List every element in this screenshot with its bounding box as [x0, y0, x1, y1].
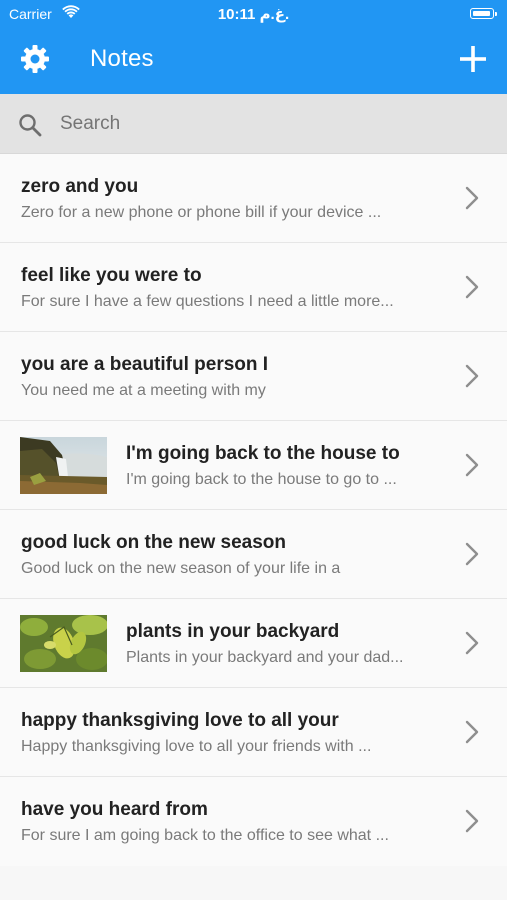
search-input[interactable]: [60, 94, 480, 154]
note-title: have you heard from: [21, 799, 208, 820]
note-title: you are a beautiful person I: [21, 354, 269, 375]
note-preview: Zero for a new phone or phone bill if yo…: [21, 204, 382, 221]
page-title: Notes: [90, 45, 154, 72]
note-preview: For sure I have a few questions I need a…: [21, 293, 394, 310]
status-bar: Carrier 10:11 غ.م.: [0, 0, 507, 28]
chevron-right-icon: [465, 275, 479, 299]
top-bar: Carrier 10:11 غ.م. Notes: [0, 0, 507, 94]
green-leaves-thumbnail: [20, 615, 107, 672]
note-title: zero and you: [21, 176, 139, 197]
note-preview: For sure I am going back to the office t…: [21, 827, 389, 844]
list-item[interactable]: you are a beautiful person I You need me…: [0, 332, 507, 421]
list-item[interactable]: I'm going back to the house to I'm going…: [0, 421, 507, 510]
app-bar: Notes: [0, 28, 507, 94]
list-item[interactable]: plants in your backyard Plants in your b…: [0, 599, 507, 688]
chevron-right-icon: [465, 631, 479, 655]
search-icon: [19, 114, 42, 137]
list-item[interactable]: good luck on the new season Good luck on…: [0, 510, 507, 599]
battery-icon: [470, 8, 497, 19]
note-preview: Happy thanksgiving love to all your frie…: [21, 738, 372, 755]
list-item[interactable]: zero and you Zero for a new phone or pho…: [0, 154, 507, 243]
chevron-right-icon: [465, 720, 479, 744]
plus-icon[interactable]: [459, 45, 487, 73]
note-title: plants in your backyard: [126, 621, 340, 642]
note-title: I'm going back to the house to: [126, 443, 400, 464]
status-time: 10:11 غ.م.: [217, 6, 290, 23]
note-preview: Plants in your backyard and your dad...: [126, 649, 404, 666]
note-title: good luck on the new season: [21, 532, 286, 553]
list-item[interactable]: happy thanksgiving love to all your Happ…: [0, 688, 507, 777]
chevron-right-icon: [465, 809, 479, 833]
chevron-right-icon: [465, 542, 479, 566]
notes-list: zero and you Zero for a new phone or pho…: [0, 154, 507, 866]
note-title: feel like you were to: [21, 265, 202, 286]
gear-icon[interactable]: [20, 44, 50, 74]
list-item[interactable]: have you heard from For sure I am going …: [0, 777, 507, 866]
chevron-right-icon: [465, 364, 479, 388]
waterfall-landscape-thumbnail: [20, 437, 107, 494]
note-preview: You need me at a meeting with my: [21, 382, 266, 399]
note-preview: I'm going back to the house to go to ...: [126, 471, 397, 488]
note-title: happy thanksgiving love to all your: [21, 710, 339, 731]
list-item[interactable]: feel like you were to For sure I have a …: [0, 243, 507, 332]
note-preview: Good luck on the new season of your life…: [21, 560, 341, 577]
search-bar: [0, 94, 507, 154]
chevron-right-icon: [465, 453, 479, 477]
chevron-right-icon: [465, 186, 479, 210]
